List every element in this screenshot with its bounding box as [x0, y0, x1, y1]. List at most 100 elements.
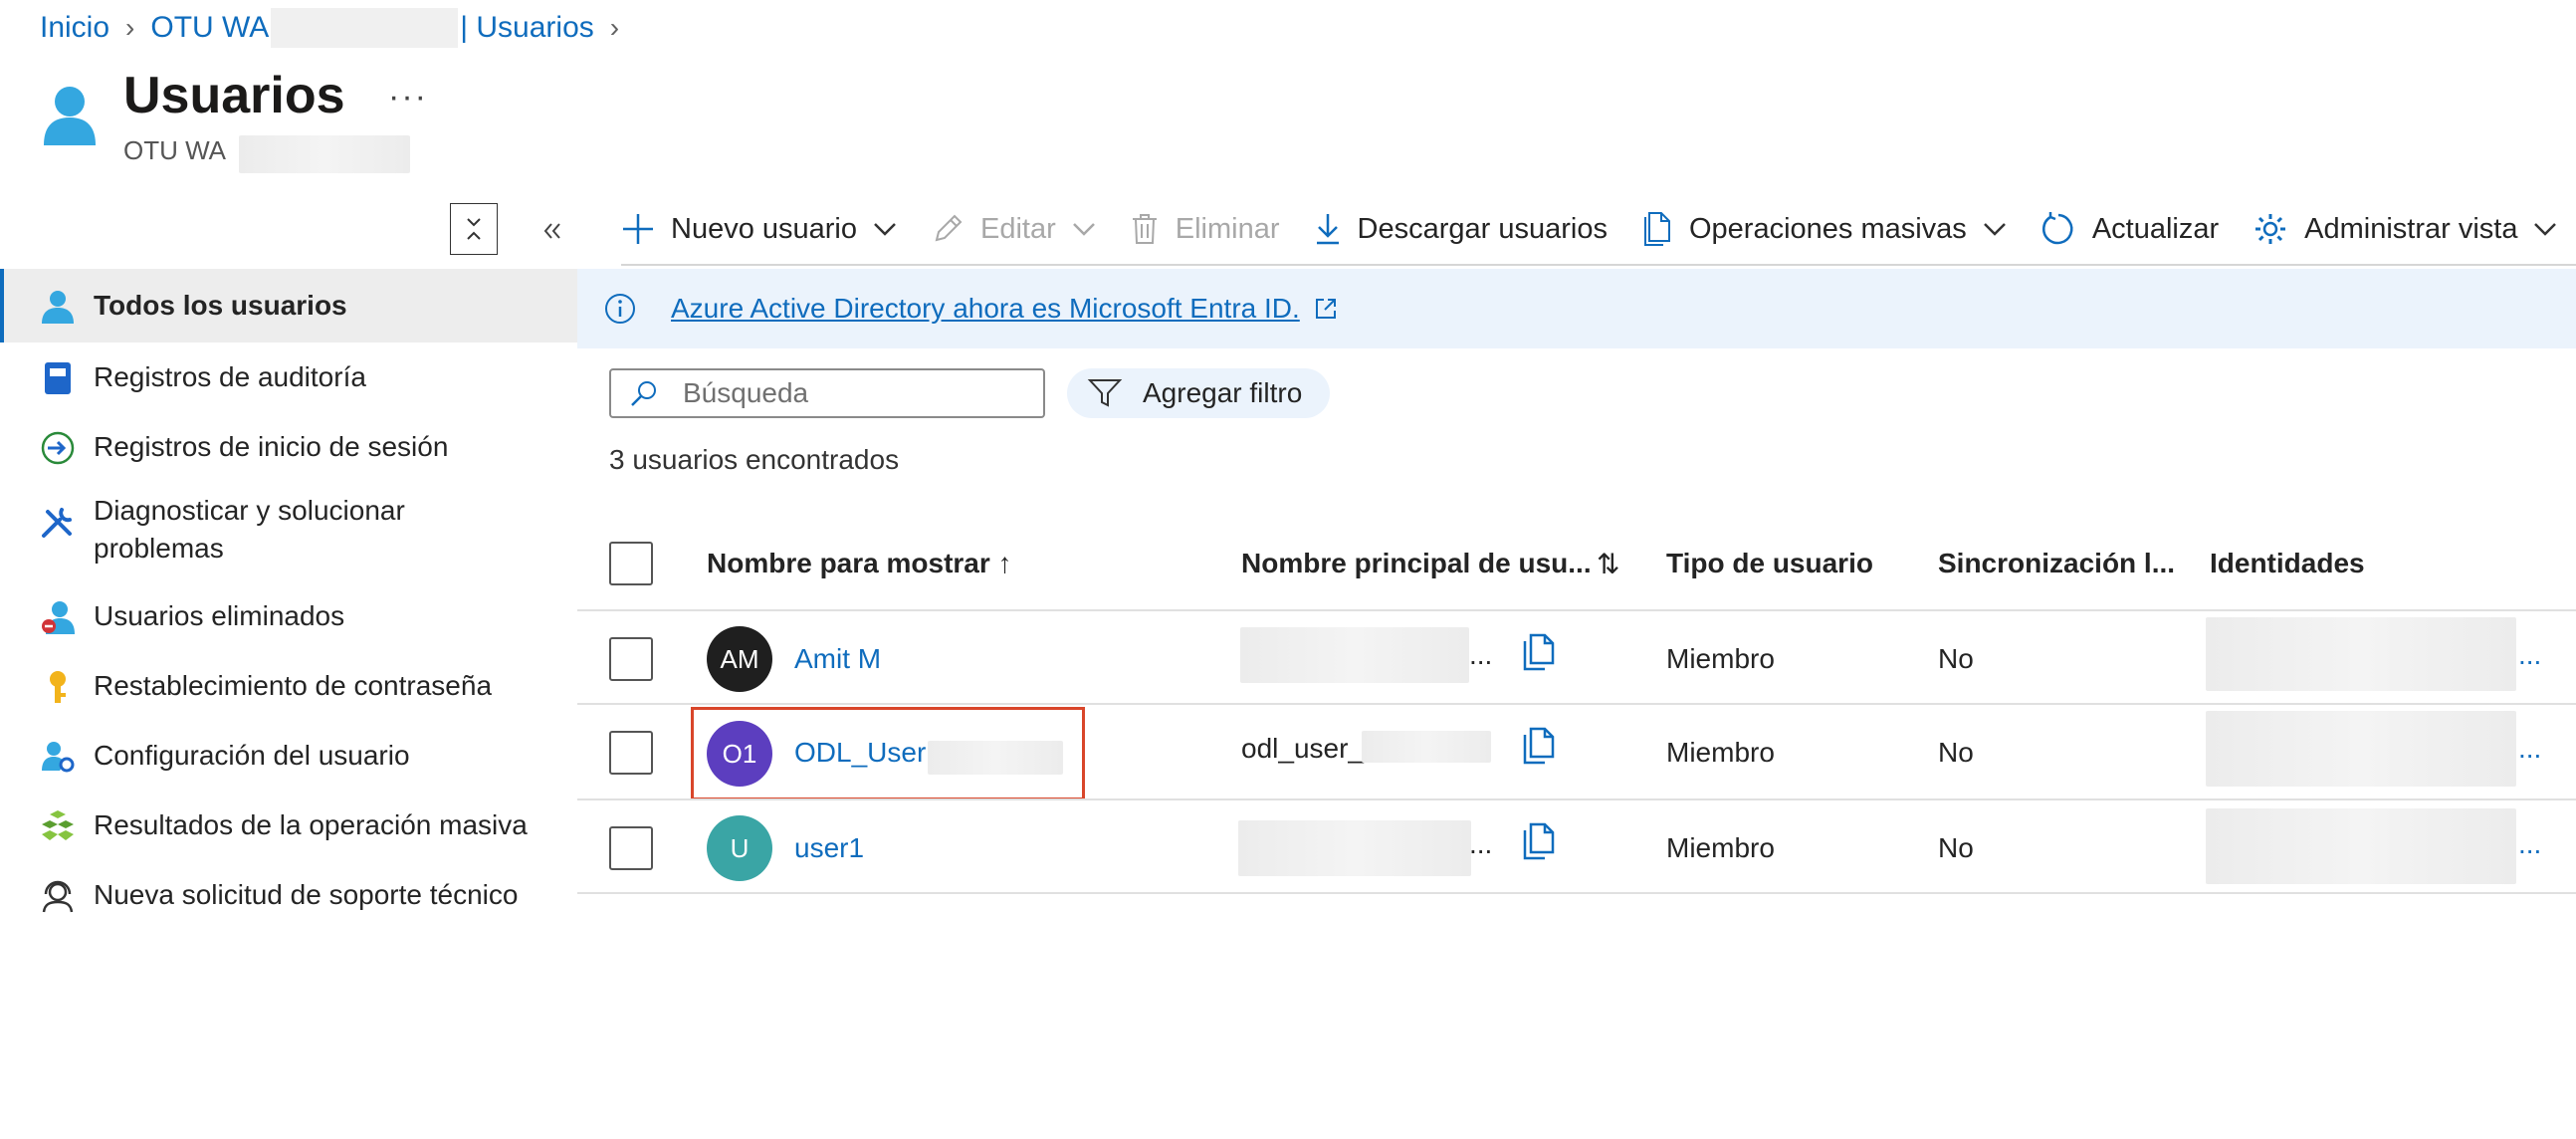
sync-cell: No — [1938, 737, 1974, 768]
refresh-button[interactable]: Actualizar — [2040, 211, 2219, 247]
select-all-checkbox[interactable] — [609, 542, 653, 585]
download-users-label: Descargar usuarios — [1357, 212, 1608, 245]
sidebar-item-all-users[interactable]: Todos los usuarios — [0, 269, 577, 342]
identities-cell[interactable]: ... — [2518, 639, 2541, 671]
sidebar-item-audit-logs[interactable]: Registros de auditoría — [0, 342, 577, 412]
chevron-down-icon — [1983, 223, 2006, 236]
user-name-link[interactable]: user1 — [794, 832, 864, 864]
double-chevron-left-icon — [543, 223, 560, 239]
row-divider — [577, 892, 2576, 894]
identities-cell[interactable]: ... — [2518, 733, 2541, 765]
chevron-right-icon: › — [125, 12, 135, 43]
entra-id-link[interactable]: Azure Active Directory ahora es Microsof… — [671, 293, 1300, 325]
edit-label: Editar — [980, 212, 1056, 245]
row-checkbox[interactable] — [609, 826, 653, 870]
copy-icon[interactable] — [1519, 631, 1555, 671]
column-header-display-name[interactable]: Nombre para mostrar ↑ — [707, 548, 1012, 579]
deleted-user-icon — [42, 601, 75, 634]
chevron-down-icon — [2534, 223, 2557, 236]
page-subtitle: OTU WA — [123, 135, 227, 165]
sidebar-item-deleted-users[interactable]: Usuarios eliminados — [0, 581, 577, 651]
sidebar-item-label: Resultados de la operación masiva — [94, 809, 528, 840]
column-header-upn[interactable]: Nombre principal de usu... — [1241, 548, 1592, 579]
row-checkbox[interactable] — [609, 637, 653, 681]
user-name-link[interactable]: Amit M — [794, 643, 881, 675]
row-divider — [577, 703, 2576, 705]
add-filter-button[interactable]: Agregar filtro — [1067, 368, 1330, 418]
sidebar-item-diagnose[interactable]: Diagnosticar y solucionar problemas — [0, 482, 577, 581]
new-user-button[interactable]: Nuevo usuario — [621, 212, 897, 246]
collapse-sidebar-button[interactable] — [537, 211, 567, 251]
column-header-user-type[interactable]: Tipo de usuario — [1666, 548, 1873, 579]
highlight-box — [691, 707, 1085, 800]
chevron-down-icon — [1072, 223, 1095, 236]
chevron-down-icon — [874, 223, 896, 236]
redacted-block — [271, 8, 459, 48]
user-icon — [42, 291, 74, 324]
column-header-sync[interactable]: Sincronización l... — [1938, 548, 2175, 579]
collapse-icon — [467, 218, 481, 240]
sidebar-item-label: Nueva solicitud de soporte técnico — [94, 879, 519, 910]
redacted-block — [239, 135, 410, 173]
breadcrumb-tenant[interactable]: OTU WA — [150, 11, 269, 45]
sync-cell: No — [1938, 832, 1974, 863]
search-input[interactable] — [681, 376, 1023, 410]
manage-view-label: Administrar vista — [2304, 212, 2518, 245]
filter-icon — [1087, 379, 1123, 407]
new-user-label: Nuevo usuario — [671, 212, 857, 245]
breadcrumb-home[interactable]: Inicio — [40, 11, 109, 45]
bulk-operations-label: Operaciones masivas — [1688, 212, 1967, 245]
sidebar-item-user-settings[interactable]: Configuración del usuario — [0, 721, 577, 791]
chevron-right-icon: › — [609, 12, 620, 43]
sidebar-item-support-request[interactable]: Nueva solicitud de soporte técnico — [0, 860, 577, 930]
audit-log-icon — [45, 362, 71, 394]
user-icon — [44, 87, 96, 145]
identities-cell[interactable]: ... — [2518, 828, 2541, 860]
row-divider — [577, 609, 2576, 611]
collapse-button[interactable] — [450, 203, 498, 255]
delete-button[interactable]: Eliminar — [1130, 212, 1280, 246]
row-divider — [577, 798, 2576, 800]
column-header-identities[interactable]: Identidades — [2210, 548, 2365, 579]
avatar: U — [707, 815, 772, 881]
sidebar-item-label: Registros de inicio de sesión — [94, 431, 449, 462]
edit-button[interactable]: Editar — [931, 212, 1096, 246]
sidebar-item-password-reset[interactable]: Restablecimiento de contraseña — [0, 651, 577, 721]
row-checkbox[interactable] — [609, 731, 653, 775]
refresh-label: Actualizar — [2091, 212, 2220, 245]
bulk-operations-button[interactable]: Operaciones masivas — [1641, 211, 2007, 247]
more-options-button[interactable]: ··· — [388, 78, 428, 116]
manage-view-button[interactable]: Administrar vista — [2253, 211, 2557, 247]
sidebar-item-bulk-results[interactable]: Resultados de la operación masiva — [0, 791, 577, 860]
key-icon — [50, 671, 66, 703]
redacted-block — [2206, 617, 2516, 691]
page-title: Usuarios — [123, 67, 345, 124]
redacted-block — [2206, 808, 2516, 884]
pencil-icon — [935, 214, 963, 242]
sign-in-icon — [41, 431, 75, 465]
download-users-button[interactable]: Descargar usuarios — [1314, 212, 1608, 246]
sidebar-item-label: Registros de auditoría — [94, 361, 366, 392]
sidebar-item-label: Todos los usuarios — [94, 290, 347, 321]
trash-icon — [1132, 214, 1157, 244]
search-box[interactable] — [609, 368, 1045, 418]
copy-icon[interactable] — [1519, 820, 1555, 860]
user-type-cell: Miembro — [1666, 832, 1775, 863]
support-icon — [42, 880, 74, 913]
bulk-operations-icon — [1643, 212, 1670, 246]
sidebar-item-label: Configuración del usuario — [94, 740, 410, 771]
sync-cell: No — [1938, 643, 1974, 674]
bulk-results-icon — [42, 810, 74, 840]
toolbar-divider — [621, 264, 2576, 266]
copy-icon[interactable] — [1519, 725, 1555, 765]
sidebar-item-sign-in-logs[interactable]: Registros de inicio de sesión — [0, 412, 577, 482]
upn-cell: ... — [1469, 828, 1493, 859]
command-toolbar: Nuevo usuario Editar Eliminar Descargar … — [621, 199, 2576, 259]
breadcrumb: Inicio › OTU WA | Usuarios › — [40, 8, 635, 48]
breadcrumb-users[interactable]: | Usuarios — [460, 11, 594, 45]
wrench-icon — [42, 508, 72, 538]
sort-icon[interactable]: ⇅ — [1597, 548, 1619, 580]
external-link-icon[interactable] — [1314, 297, 1338, 321]
info-icon — [605, 294, 635, 324]
add-filter-label: Agregar filtro — [1143, 377, 1303, 408]
